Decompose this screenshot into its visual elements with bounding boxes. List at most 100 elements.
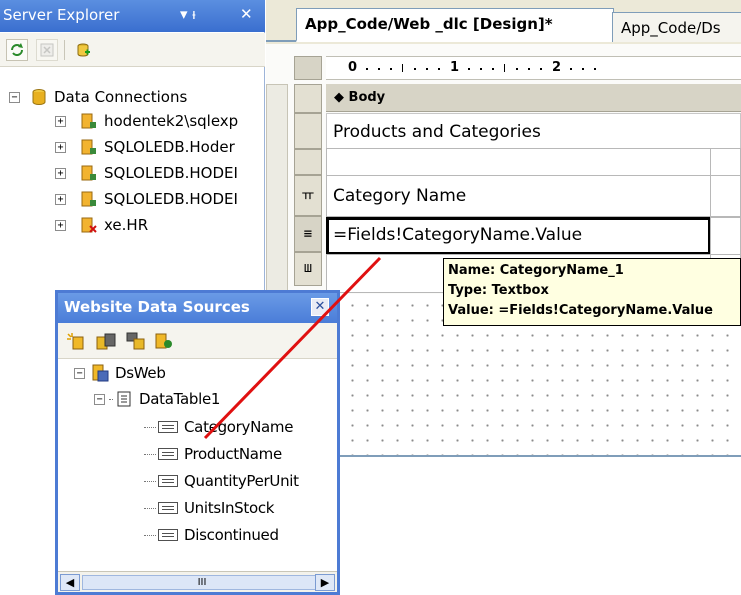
- ruler-dot: [468, 68, 470, 70]
- tree-node-field[interactable]: CategoryName: [144, 415, 293, 439]
- expand-icon[interactable]: +: [55, 167, 66, 179]
- tree-node-connection-error[interactable]: + xe.HR: [55, 214, 148, 236]
- row-handle[interactable]: [294, 84, 322, 113]
- detail-textbox-selected[interactable]: =Fields!CategoryName.Value: [326, 217, 711, 255]
- tree-node-connection[interactable]: + SQLOLEDB.HODEI: [55, 162, 238, 184]
- tree-node-datatable[interactable]: − DataTable1: [94, 387, 220, 411]
- broken-connection-icon: [81, 217, 97, 233]
- field-label: CategoryName: [184, 418, 294, 436]
- ruler-dot: [492, 68, 494, 70]
- ruler-dot: [528, 68, 530, 70]
- field-label: ProductName: [184, 445, 282, 463]
- body-arrow-icon: ◆: [334, 90, 349, 105]
- header-row-handle[interactable]: ㅠ: [294, 175, 322, 216]
- connection-icon: [81, 113, 96, 129]
- ruler-dot: [570, 68, 572, 70]
- footer-row-handle[interactable]: ш: [294, 252, 322, 286]
- table-cell[interactable]: [710, 217, 741, 255]
- connect-to-database-button[interactable]: [72, 39, 94, 61]
- dataset-icon: [92, 364, 109, 382]
- close-icon[interactable]: ✕: [311, 298, 329, 316]
- table-cell[interactable]: [326, 148, 711, 176]
- expand-icon[interactable]: +: [55, 141, 66, 153]
- tree-node-field[interactable]: Discontinued: [144, 523, 279, 547]
- tab-dataset[interactable]: App_Code/Ds: [612, 12, 741, 42]
- server-explorer-title-bar[interactable]: Server Explorer ▾ ᵼ ✕: [0, 0, 265, 32]
- ruler-dot: [366, 68, 368, 70]
- tree-node-data-connections[interactable]: − Data Connections: [9, 86, 187, 108]
- ruler-dot: [540, 68, 542, 70]
- tooltip-value: Value: =Fields!CategoryName.Value: [448, 303, 713, 318]
- tooltip-type: Type: Textbox: [448, 283, 549, 298]
- collapse-icon[interactable]: −: [74, 367, 85, 379]
- tooltip-name: Name: CategoryName_1: [448, 263, 624, 278]
- tree-node-field[interactable]: UnitsInStock: [144, 496, 275, 520]
- category-header-cell[interactable]: Category Name: [326, 175, 711, 217]
- body-section-label: Body: [348, 90, 386, 105]
- field-label: UnitsInStock: [184, 499, 275, 517]
- close-icon[interactable]: ✕: [240, 5, 253, 23]
- horizontal-scrollbar[interactable]: ◀ III ▶: [58, 571, 337, 592]
- add-data-source-icon[interactable]: [66, 332, 86, 350]
- body-section-bar[interactable]: ◆ Body: [326, 84, 741, 112]
- scroll-thumb[interactable]: III: [82, 575, 322, 590]
- edit-dataset-icon[interactable]: [96, 332, 116, 350]
- tree-node-connection[interactable]: + hodentek2\sqlexp: [55, 110, 238, 132]
- row-handle[interactable]: [294, 113, 322, 149]
- scroll-right-button[interactable]: ▶: [315, 574, 335, 591]
- dataset-label: DsWeb: [115, 364, 166, 382]
- report-title-textbox[interactable]: Products and Categories: [326, 113, 741, 149]
- scroll-left-button[interactable]: ◀: [60, 574, 80, 591]
- configure-dataset-icon[interactable]: [126, 332, 146, 350]
- refresh-data-source-icon[interactable]: [154, 332, 174, 350]
- refresh-icon: [11, 43, 23, 56]
- ruler-dot: [582, 68, 584, 70]
- field-icon: [158, 502, 178, 514]
- server-explorer-title: Server Explorer: [3, 6, 120, 24]
- tree-node-field[interactable]: QuantityPerUnit: [144, 469, 299, 493]
- detail-row-handle[interactable]: ≡: [294, 216, 322, 252]
- expand-icon[interactable]: +: [55, 115, 66, 127]
- tree-node-connection[interactable]: + SQLOLEDB.Hoder: [55, 136, 235, 158]
- category-header-text: Category Name: [333, 186, 467, 206]
- connection-icon: [81, 139, 96, 155]
- collapse-icon[interactable]: −: [9, 91, 20, 103]
- table-cell[interactable]: [710, 175, 741, 217]
- expand-icon[interactable]: +: [55, 219, 66, 231]
- tree-node-connection[interactable]: + SQLOLEDB.HODEI: [55, 188, 238, 210]
- ruler-label: 0: [348, 60, 358, 75]
- tree-node-field[interactable]: ProductName: [144, 442, 282, 466]
- data-sources-tree: − DsWeb − DataTable1 CategoryName Produc…: [58, 359, 337, 559]
- ruler-label: 2: [552, 60, 562, 75]
- pin-dropdown-icon[interactable]: ▾ ᵼ: [180, 5, 196, 23]
- tree-line: [144, 480, 156, 482]
- tree-label: SQLOLEDB.HODEI: [104, 164, 238, 182]
- collapse-icon[interactable]: −: [94, 393, 105, 405]
- tree-line: [109, 398, 113, 400]
- table-cell[interactable]: [710, 148, 741, 176]
- row-handle[interactable]: [294, 149, 322, 175]
- report-title-text: Products and Categories: [333, 122, 541, 142]
- field-label: Discontinued: [184, 526, 279, 544]
- data-sources-title-bar[interactable]: Website Data Sources ✕: [58, 293, 337, 323]
- toolbar-separator: [64, 40, 65, 60]
- connection-icon: [81, 191, 96, 207]
- server-explorer-toolbar: [0, 33, 265, 67]
- expand-icon[interactable]: +: [55, 193, 66, 205]
- tree-line: [144, 453, 156, 455]
- connection-icon: [81, 165, 96, 181]
- textbox-tooltip: Name: CategoryName_1 Type: Textbox Value…: [443, 258, 741, 326]
- website-data-sources-window: Website Data Sources ✕ − DsWeb − DataTab…: [55, 290, 340, 595]
- ruler-dot: [390, 68, 392, 70]
- ruler-dot: [480, 68, 482, 70]
- tree-label: SQLOLEDB.Hoder: [104, 138, 235, 156]
- horizontal-ruler: 0 1 2: [326, 56, 741, 80]
- tree-node-dataset[interactable]: − DsWeb: [74, 361, 166, 385]
- document-tab-strip: App_Code/Web _dlc [Design]* App_Code/Ds: [266, 0, 741, 42]
- tab-design[interactable]: App_Code/Web _dlc [Design]*: [296, 8, 614, 42]
- stop-button[interactable]: [36, 39, 58, 61]
- refresh-button[interactable]: [6, 39, 28, 61]
- field-icon: [158, 421, 178, 433]
- tree-label: Data Connections: [54, 88, 188, 106]
- tree-label: hodentek2\sqlexp: [104, 112, 239, 130]
